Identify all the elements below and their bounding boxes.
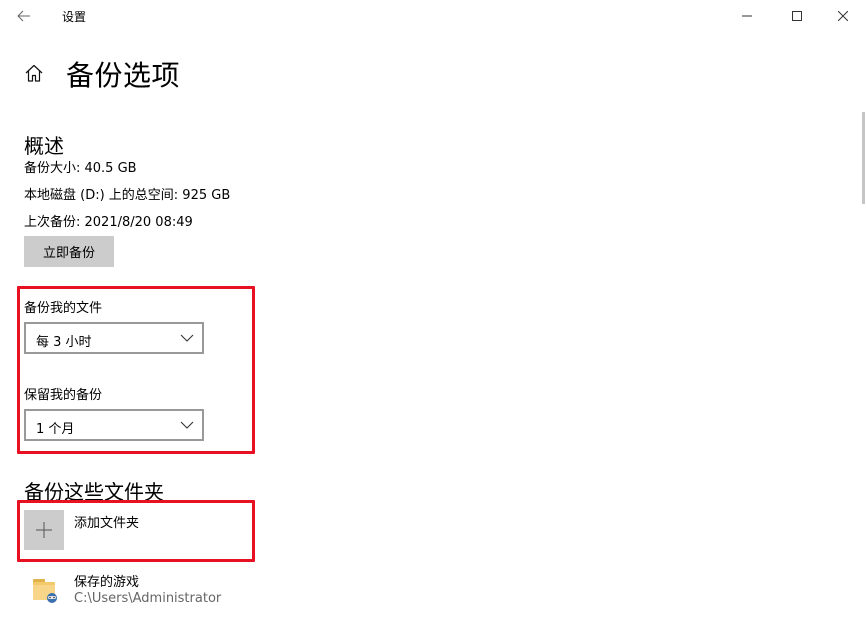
- folder-path: C:\Users\Administrator: [74, 591, 222, 606]
- backup-frequency-value: 每 3 小时: [36, 335, 92, 350]
- window-title: 设置: [62, 10, 87, 24]
- last-backup-text: 上次备份: 2021/8/20 08:49: [24, 215, 193, 230]
- retention-value: 1 个月: [36, 422, 75, 437]
- back-button[interactable]: [10, 4, 38, 28]
- plus-icon: [36, 522, 52, 538]
- folder-icon: [33, 579, 57, 603]
- overview-title: 概述: [24, 134, 64, 158]
- chevron-down-icon: [180, 421, 194, 429]
- retention-dropdown[interactable]: 1 个月: [24, 409, 204, 441]
- chevron-down-icon: [180, 334, 194, 342]
- backup-frequency-label: 备份我的文件: [24, 301, 103, 316]
- add-folder-button[interactable]: [24, 510, 64, 550]
- close-button[interactable]: [820, 0, 866, 32]
- backup-frequency-dropdown[interactable]: 每 3 小时: [24, 322, 204, 354]
- maximize-button[interactable]: [774, 0, 820, 32]
- back-arrow-icon: [17, 10, 30, 22]
- home-button[interactable]: [22, 61, 46, 85]
- total-space-text: 本地磁盘 (D:) 上的总空间: 925 GB: [24, 188, 231, 203]
- scrollbar[interactable]: [862, 112, 865, 204]
- minimize-button[interactable]: [724, 0, 770, 32]
- add-folder-label[interactable]: 添加文件夹: [74, 512, 139, 531]
- close-icon: [838, 11, 848, 21]
- retention-label: 保留我的备份: [24, 388, 103, 403]
- maximize-icon: [792, 11, 802, 21]
- page-title: 备份选项: [66, 59, 181, 92]
- backup-now-button[interactable]: 立即备份: [24, 236, 114, 267]
- backup-size-text: 备份大小: 40.5 GB: [24, 161, 137, 176]
- title-bar: 设置: [0, 0, 866, 32]
- home-icon: [25, 64, 43, 82]
- folder-name: 保存的游戏: [74, 575, 140, 590]
- minimize-icon: [742, 15, 752, 17]
